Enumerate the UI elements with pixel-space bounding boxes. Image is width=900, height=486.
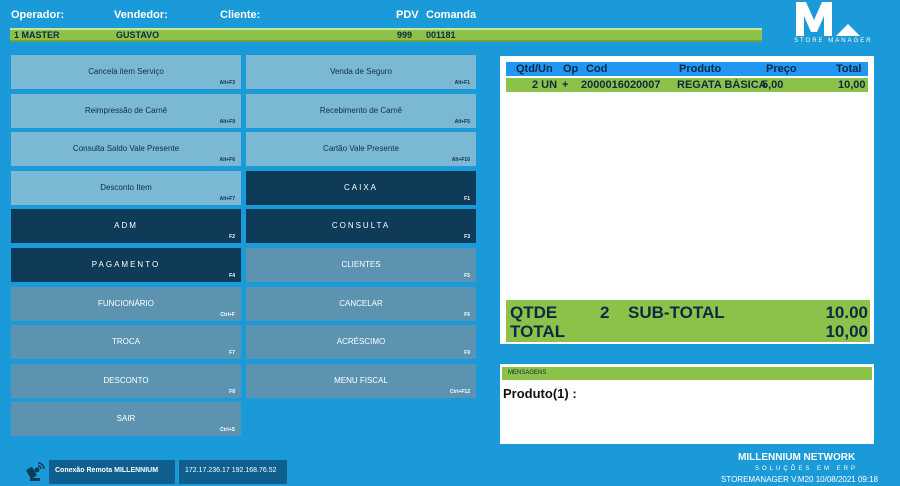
comanda-value: 001181 xyxy=(426,30,456,40)
row-total: 10,00 xyxy=(838,79,866,91)
col-cod[interactable]: Cod xyxy=(586,63,607,75)
row-op: + xyxy=(562,79,569,91)
function-button-label: Reimpressão de Carnê xyxy=(84,105,168,115)
qtde-value: 2 xyxy=(600,303,610,322)
function-button-shortcut: Ctrl+F xyxy=(220,311,235,318)
function-button-label: Cartão Vale Presente xyxy=(323,144,399,154)
function-button[interactable]: Consulta Saldo Vale Presente Alt+F6 xyxy=(11,132,241,167)
function-button-label: MENU FISCAL xyxy=(334,375,388,385)
row-preco: 5,00 xyxy=(762,79,784,91)
ip-addresses: 172.17.236.17 192.168.76.52 xyxy=(179,460,287,484)
col-op[interactable]: Op xyxy=(563,63,578,75)
function-button-shortcut: F9 xyxy=(464,350,470,357)
totals-panel: QTDE 2 SUB-TOTAL 10.00 TOTAL 10,00 xyxy=(506,300,870,342)
function-button[interactable]: Cartão Vale Presente Alt+F10 xyxy=(246,132,476,167)
col-produto[interactable]: Produto xyxy=(679,63,721,75)
subtotal-label: SUB-TOTAL xyxy=(628,303,725,322)
function-button-shortcut: Alt+F1 xyxy=(454,80,470,86)
function-button-shortcut: F3 xyxy=(464,234,470,241)
messages-header: MENSAGENS xyxy=(502,367,872,380)
grid-header-row: Qtd/Un Op Cod Produto Preço Total xyxy=(506,62,868,76)
cliente-label: Cliente: xyxy=(220,9,261,21)
function-button-label: CAIXA xyxy=(343,182,378,192)
col-total[interactable]: Total xyxy=(836,63,861,75)
function-button-shortcut: F2 xyxy=(229,234,235,241)
comanda-label: Comanda xyxy=(426,9,477,21)
function-button[interactable]: Recebimento de Carnê Alt+F5 xyxy=(246,93,476,128)
function-button[interactable]: CANCELAR F6 xyxy=(246,286,476,321)
function-button-shortcut: Ctrl+F12 xyxy=(449,388,470,395)
operador-label: Operador: xyxy=(11,9,65,21)
brand-name: MILLENNIUM NETWORK xyxy=(738,452,856,463)
function-button-shortcut: Ctrl+S xyxy=(220,427,235,434)
function-button[interactable]: FUNCIONÁRIO Ctrl+F xyxy=(11,286,241,321)
pdv-value: 999 xyxy=(397,30,413,40)
row-qtd: 2 UN xyxy=(532,79,558,91)
function-button-shortcut: Alt+F10 xyxy=(451,157,470,164)
function-button-shortcut: Alt+F6 xyxy=(219,157,235,164)
function-button-label: Recebimento de Carnê xyxy=(319,105,403,115)
satellite-icon[interactable] xyxy=(24,460,46,482)
function-button-shortcut: Alt+F9 xyxy=(219,118,235,125)
function-button-shortcut: F6 xyxy=(464,311,470,318)
brand-subtitle: SOLUÇÕES EM ERP xyxy=(755,466,859,472)
store-manager-logo xyxy=(796,2,860,36)
subtotal-value: 10.00 xyxy=(825,303,868,322)
messages-text: Produto(1) : xyxy=(503,386,577,401)
function-button-label: CLIENTES xyxy=(341,260,381,269)
logo-subtitle: STORE MANAGER xyxy=(794,38,873,44)
row-produto: REGATA BÁSICA I xyxy=(677,79,767,91)
function-button[interactable]: ADM F2 xyxy=(11,209,241,244)
function-button[interactable]: Cancela item Serviço Alt+F3 xyxy=(11,55,241,89)
function-button[interactable]: MENU FISCAL Ctrl+F12 xyxy=(246,363,476,398)
function-button-label: CANCELAR xyxy=(339,298,383,308)
function-button-label: Desconto Item xyxy=(100,182,152,192)
function-button-label: SAIR xyxy=(116,414,136,424)
function-button-shortcut: F4 xyxy=(229,273,235,279)
function-button-shortcut: Alt+F3 xyxy=(219,80,235,86)
function-button[interactable]: CONSULTA F3 xyxy=(246,209,476,244)
function-button-shortcut: F1 xyxy=(464,195,470,202)
total-label: TOTAL xyxy=(510,322,566,341)
function-button[interactable]: CAIXA F1 xyxy=(246,170,476,205)
function-button[interactable]: Reimpressão de Carnê Alt+F9 xyxy=(11,93,241,128)
table-row[interactable]: 2 UN + 2000016020007 REGATA BÁSICA I 5,0… xyxy=(506,78,868,92)
function-button-label: FUNCIONÁRIO xyxy=(98,298,154,308)
function-button[interactable]: DESCONTO F8 xyxy=(11,363,241,398)
col-preco[interactable]: Preço xyxy=(766,63,797,75)
pdv-label: PDV xyxy=(396,9,419,21)
function-button-label: Cancela item Serviço xyxy=(88,67,164,76)
messages-panel: MENSAGENS Produto(1) : xyxy=(500,364,874,444)
col-qtd-un[interactable]: Qtd/Un xyxy=(516,63,553,75)
function-button-label: Consulta Saldo Vale Presente xyxy=(72,144,180,154)
function-button-shortcut: F8 xyxy=(229,388,235,395)
function-button[interactable]: Desconto Item Alt+F7 xyxy=(11,170,241,205)
vendedor-label: Vendedor: xyxy=(114,9,168,21)
function-button[interactable]: CLIENTES F5 xyxy=(246,248,476,282)
remote-connection-button[interactable]: Conexão Remota MILLENNIUM xyxy=(49,460,175,484)
function-button[interactable]: ACRÉSCIMO F9 xyxy=(246,325,476,360)
function-button-shortcut: Alt+F5 xyxy=(454,118,470,125)
function-button-label: PAGAMENTO xyxy=(91,260,161,269)
function-button-label: DESCONTO xyxy=(103,375,149,385)
function-button-shortcut: F7 xyxy=(229,350,235,357)
function-button-label: TROCA xyxy=(112,337,140,347)
total-value: 10,00 xyxy=(825,322,868,341)
function-button[interactable]: Venda de Seguro Alt+F1 xyxy=(246,55,476,89)
vendedor-value: GUSTAVO xyxy=(116,30,160,40)
operador-value: 1 MASTER xyxy=(14,30,60,40)
function-button[interactable]: SAIR Ctrl+S xyxy=(11,402,241,437)
row-cod: 2000016020007 xyxy=(581,79,661,91)
function-button-shortcut: F5 xyxy=(464,273,470,279)
version-datetime: STOREMANAGER V.M20 10/08/2021 09:18 xyxy=(721,475,878,484)
function-button[interactable]: TROCA F7 xyxy=(11,325,241,360)
function-button-shortcut: Alt+F7 xyxy=(219,195,235,202)
function-button-label: ADM xyxy=(114,221,138,231)
function-button-label: ACRÉSCIMO xyxy=(336,337,386,347)
function-button-label: CONSULTA xyxy=(331,221,391,231)
qtde-label: QTDE xyxy=(510,303,558,322)
function-button-label: Venda de Seguro xyxy=(330,67,392,76)
function-button[interactable]: PAGAMENTO F4 xyxy=(11,248,241,282)
